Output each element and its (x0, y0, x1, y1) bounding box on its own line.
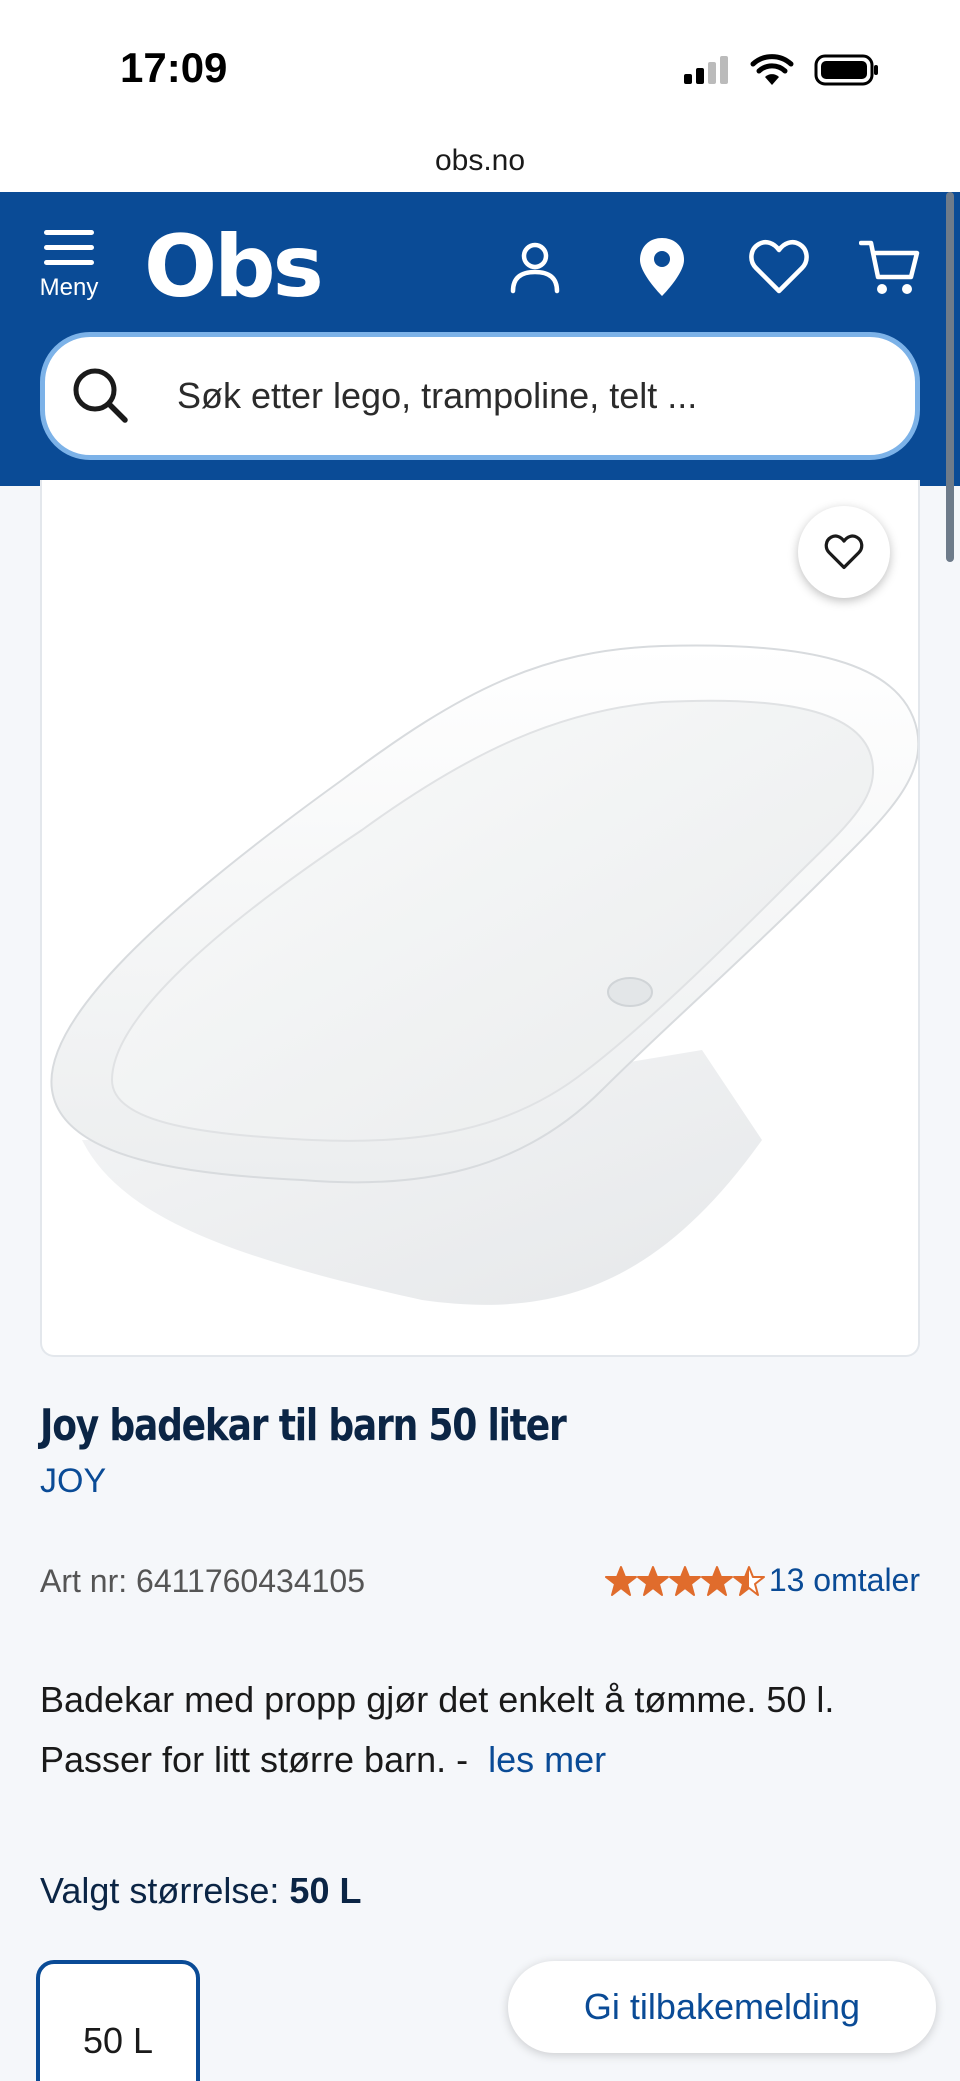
star-icon (700, 1565, 733, 1596)
reviews-link[interactable]: 13 omtaler (769, 1562, 920, 1599)
hamburger-icon (44, 230, 94, 266)
star-icon (636, 1565, 669, 1596)
rating-stars (604, 1565, 765, 1597)
favorites-button[interactable] (744, 232, 814, 302)
article-number: Art nr: 6411760434105 (40, 1563, 365, 1599)
menu-button[interactable]: Meny (34, 230, 104, 310)
product-brand-link[interactable]: JOY (40, 1462, 106, 1501)
size-option-50l[interactable]: 50 L (36, 1960, 200, 2081)
star-icon (732, 1565, 765, 1596)
product-title: Joy badekar til barn 50 liter (40, 1400, 567, 1451)
cart-icon (859, 240, 920, 294)
wifi-icon (750, 54, 794, 85)
site-header: Meny Obs (0, 192, 960, 486)
account-icon (510, 242, 560, 294)
heart-icon (824, 534, 864, 570)
battery-icon (814, 54, 878, 86)
cellular-signal-icon (684, 56, 728, 84)
give-feedback-button[interactable]: Gi tilbakemelding (508, 1961, 936, 2053)
search-icon (69, 364, 133, 428)
selected-size-label: Valgt størrelse: 50 L (40, 1870, 361, 1912)
star-icon (604, 1565, 637, 1596)
browser-url-bar[interactable]: obs.no (0, 130, 960, 192)
size-label-prefix: Valgt størrelse: (40, 1870, 280, 1911)
search-input[interactable] (177, 375, 877, 417)
product-image (50, 644, 918, 1305)
product-description: Badekar med propp gjør det enkelt å tømm… (40, 1670, 920, 1790)
selected-size-value: 50 L (289, 1870, 362, 1911)
add-to-favorites-button[interactable] (798, 506, 890, 598)
page-scrollbar[interactable] (946, 192, 954, 562)
search-bar[interactable] (40, 332, 920, 460)
cart-button[interactable] (855, 232, 925, 302)
favorites-heart-icon (749, 240, 809, 294)
description-text: Badekar med propp gjør det enkelt å tømm… (40, 1679, 835, 1780)
product-image-card[interactable] (40, 480, 920, 1357)
status-time: 17:09 (120, 44, 228, 91)
status-bar: 17:09 (0, 0, 960, 130)
browser-url: obs.no (434, 144, 526, 177)
star-icon (668, 1565, 701, 1596)
read-more-link[interactable]: les mer (488, 1739, 606, 1780)
status-icons (682, 50, 880, 90)
store-locator-button[interactable] (627, 232, 697, 302)
menu-label: Meny (39, 274, 99, 301)
obs-logo[interactable]: Obs (144, 222, 324, 312)
store-location-icon (640, 238, 684, 296)
product-rating[interactable]: 13 omtaler (604, 1562, 920, 1599)
account-button[interactable] (500, 232, 570, 302)
